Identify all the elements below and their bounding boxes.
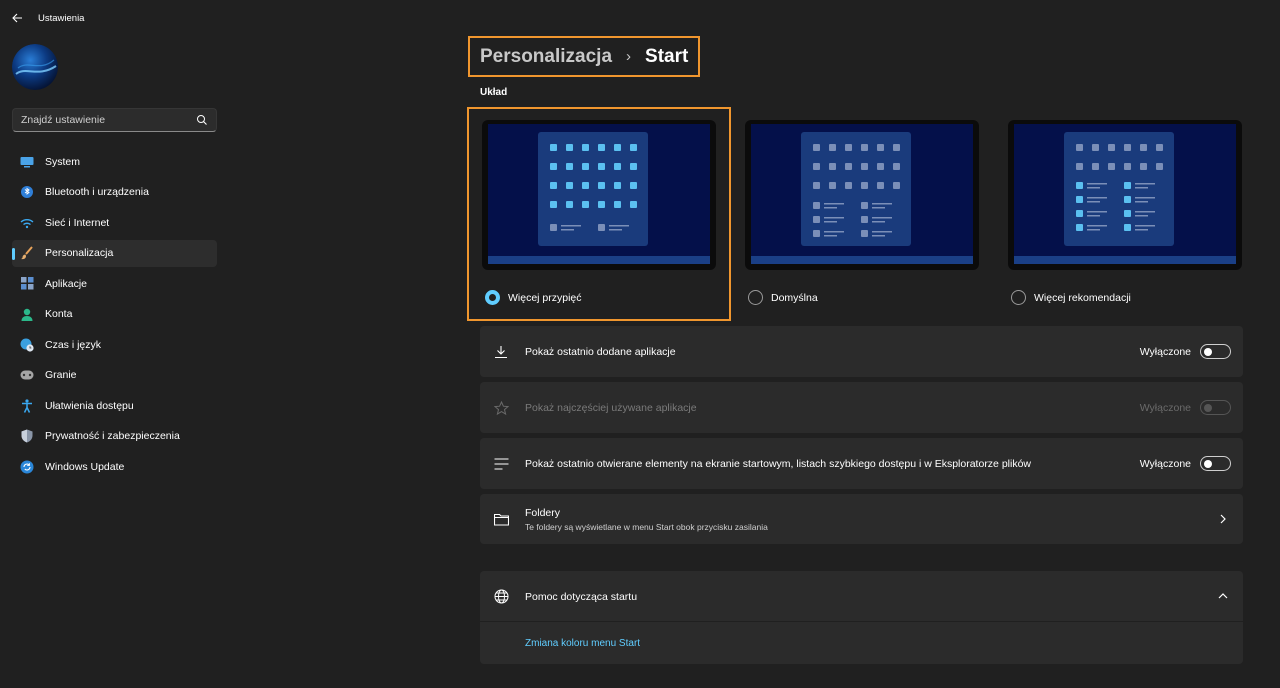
search-input[interactable] [13, 109, 193, 131]
change-start-color-link[interactable]: Zmiana koloru menu Start [525, 638, 640, 649]
sidebar-item-label: Prywatność i zabezpieczenia [45, 430, 180, 442]
sidebar-item-label: Ułatwienia dostępu [45, 399, 134, 412]
setting-row-folders[interactable]: Foldery Te foldery są wyświetlane w menu… [480, 494, 1243, 544]
globe-icon [493, 588, 509, 604]
sidebar-item-label: Konta [45, 308, 73, 320]
toggle-state-label: Wyłączone [1139, 402, 1191, 414]
brush-icon [20, 246, 34, 260]
back-arrow-icon [11, 13, 22, 23]
sidebar-item-label: Aplikacje [45, 277, 88, 290]
chevron-up-icon[interactable] [1218, 591, 1228, 601]
breadcrumb: Personalizacja › Start [468, 36, 701, 77]
help-section-header[interactable]: Pomoc dotycząca startu [480, 571, 1243, 621]
back-button[interactable] [8, 9, 26, 27]
chevron-right-icon: › [626, 48, 632, 65]
app-title: Ustawienia [38, 13, 85, 24]
sidebar-item-gaming[interactable]: Granie [12, 362, 217, 389]
title-bar: Ustawienia [0, 0, 1280, 36]
sidebar-item-label: System [45, 155, 81, 168]
sidebar-item-label: Bluetooth i urządzenia [45, 186, 149, 198]
breadcrumb-parent[interactable]: Personalizacja [480, 46, 612, 68]
setting-label: Pokaż ostatnio dodane aplikacje [525, 346, 676, 358]
layout-preview-default[interactable] [745, 120, 979, 270]
sidebar-item-label: Sieć i Internet [45, 216, 110, 229]
page-title: Start [645, 45, 689, 67]
setting-label: Foldery [525, 507, 561, 519]
toggle-switch[interactable] [1200, 456, 1231, 471]
toggle-switch[interactable] [1200, 344, 1231, 359]
avatar[interactable] [12, 44, 58, 90]
toggle-state-label: Wyłączone [1139, 458, 1191, 470]
gamepad-icon [20, 368, 34, 382]
sidebar-item-time-language[interactable]: Czas i język [12, 331, 217, 358]
section-label-layout: Układ [480, 87, 508, 98]
sidebar-item-label: Windows Update [45, 460, 125, 473]
radio-label: Domyślna [771, 291, 818, 304]
preview-taskbar [1014, 256, 1236, 264]
shield-icon [20, 429, 34, 443]
folder-icon [493, 511, 509, 527]
sidebar-item-label: Granie [45, 369, 77, 381]
account-icon [20, 307, 34, 321]
sidebar-item-label: Personalizacja [45, 247, 114, 259]
download-icon [493, 344, 509, 360]
globe-clock-icon [20, 338, 34, 352]
setting-row-most-used: Pokaż najczęściej używane aplikacje Wyłą… [480, 382, 1243, 433]
star-icon [493, 400, 509, 416]
setting-label: Pokaż najczęściej używane aplikacje [525, 402, 697, 414]
search-box[interactable] [12, 108, 217, 132]
help-title: Pomoc dotycząca startu [525, 591, 638, 603]
radio-button[interactable] [748, 290, 763, 305]
sidebar-item-personalization[interactable]: Personalizacja [12, 239, 217, 267]
accessibility-icon [20, 398, 34, 413]
preview-start-menu [801, 132, 911, 246]
sidebar-item-label: Czas i język [45, 338, 102, 351]
toggle-switch [1200, 400, 1231, 415]
help-section-body: Zmiana koloru menu Start [480, 622, 1243, 664]
sidebar-item-privacy[interactable]: Prywatność i zabezpieczenia [12, 423, 217, 450]
setting-row-recent-apps: Pokaż ostatnio dodane aplikacje Wyłączon… [480, 326, 1243, 377]
update-icon [20, 460, 34, 474]
radio-more-pins[interactable]: Więcej przypięć [485, 290, 582, 305]
radio-more-recommendations[interactable]: Więcej rekomendacji [1011, 290, 1131, 305]
highlight-box [467, 107, 731, 321]
preview-taskbar [751, 256, 973, 264]
radio-button-checked[interactable] [485, 290, 500, 305]
system-icon [20, 155, 34, 169]
apps-icon [20, 277, 34, 291]
setting-row-recent-items: Pokaż ostatnio otwierane elementy na ekr… [480, 438, 1243, 489]
sidebar-item-bluetooth[interactable]: Bluetooth i urządzenia [12, 179, 217, 206]
toggle-state-label: Wyłączone [1139, 346, 1191, 358]
radio-label: Więcej przypięć [508, 291, 582, 304]
chevron-right-icon [1220, 514, 1226, 524]
setting-label: Pokaż ostatnio otwierane elementy na ekr… [525, 458, 1031, 470]
sidebar-nav: System Bluetooth i urządzenia Sieć i Int… [12, 148, 217, 484]
sidebar-item-windows-update[interactable]: Windows Update [12, 453, 217, 480]
sidebar-item-system[interactable]: System [12, 148, 217, 175]
radio-button[interactable] [1011, 290, 1026, 305]
list-icon [493, 456, 509, 472]
search-icon[interactable] [196, 114, 208, 126]
sidebar-item-apps[interactable]: Aplikacje [12, 270, 217, 297]
sidebar-item-network[interactable]: Sieć i Internet [12, 209, 217, 236]
setting-description: Te foldery są wyświetlane w menu Start o… [525, 522, 768, 532]
radio-default[interactable]: Domyślna [748, 290, 818, 305]
radio-label: Więcej rekomendacji [1034, 291, 1131, 304]
wifi-icon [20, 216, 34, 230]
sidebar-item-accounts[interactable]: Konta [12, 301, 217, 328]
bluetooth-icon [20, 185, 34, 199]
preview-start-menu [1064, 132, 1174, 246]
layout-preview-more-recommendations[interactable] [1008, 120, 1242, 270]
sidebar-item-accessibility[interactable]: Ułatwienia dostępu [12, 392, 217, 419]
